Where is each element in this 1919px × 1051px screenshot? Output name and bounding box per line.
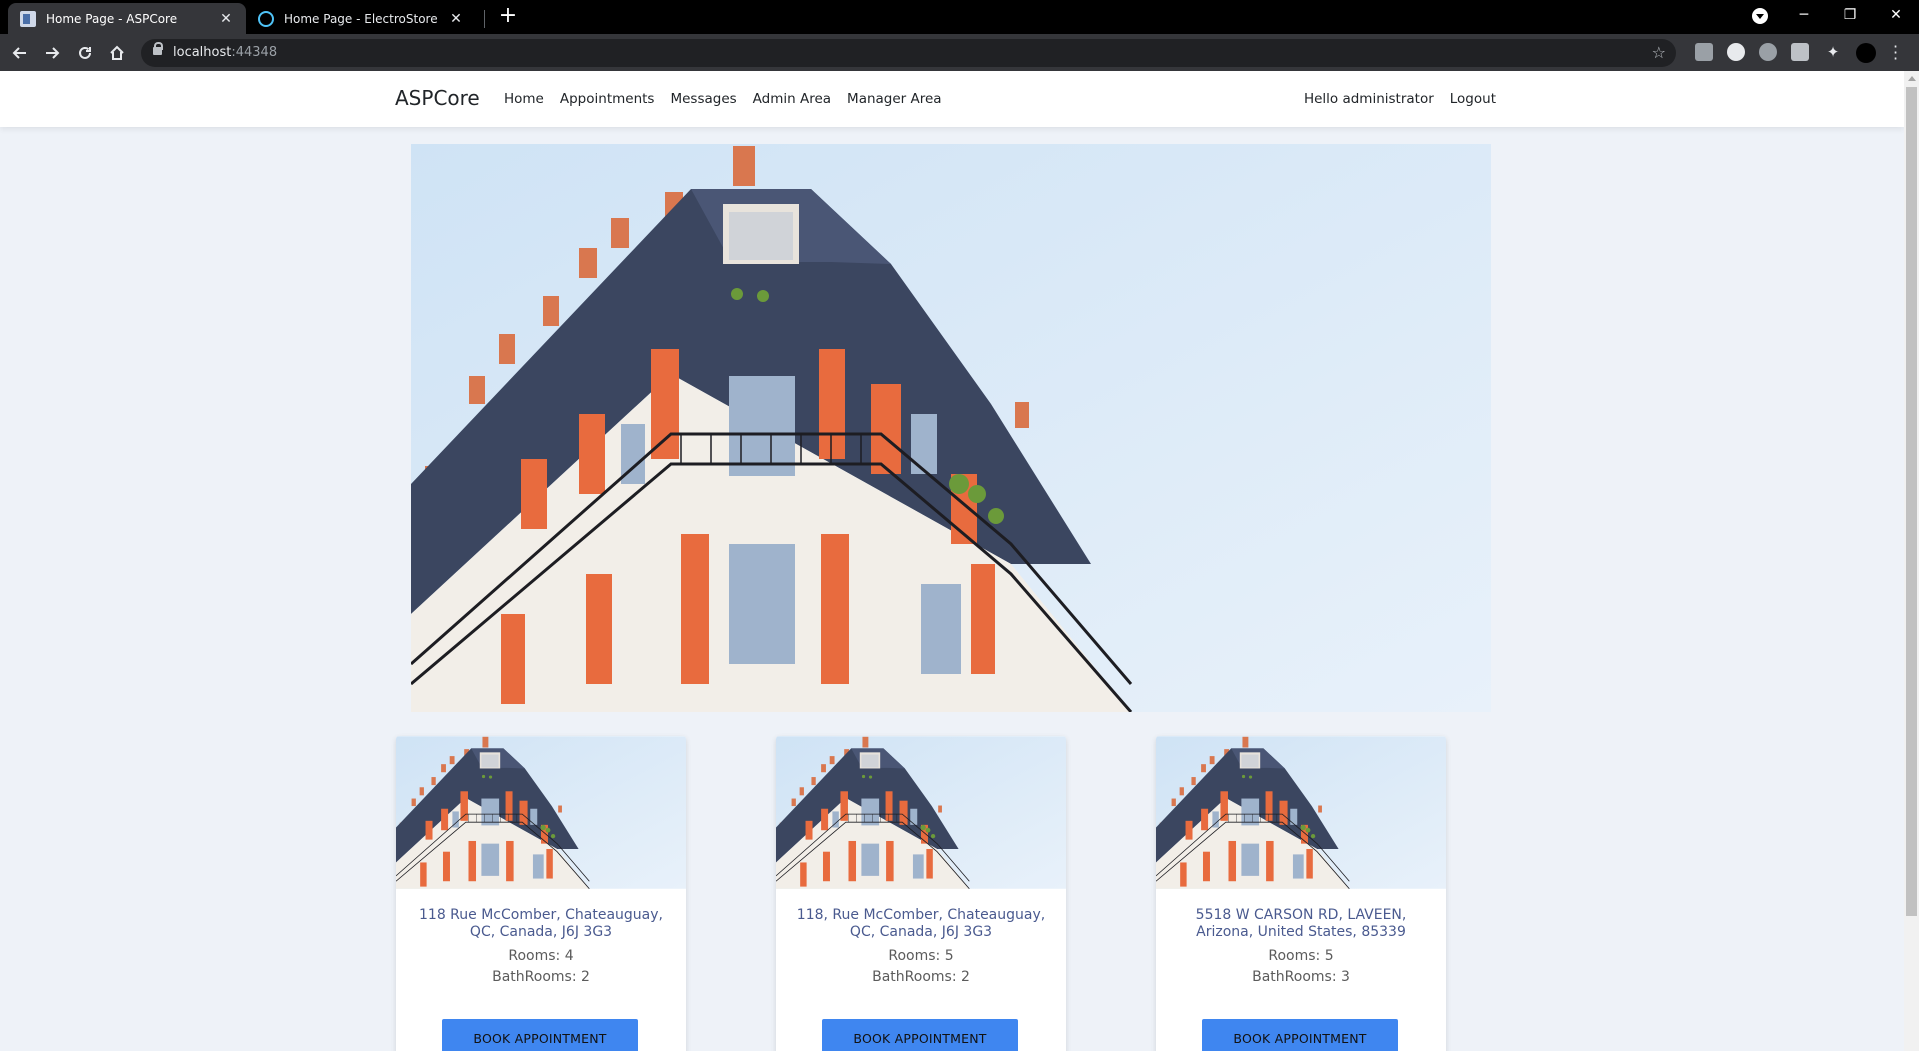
browser-toolbar: localhost:44348 ☆ ✦ · · · bbox=[0, 34, 1919, 71]
scroll-up-icon[interactable] bbox=[1908, 76, 1916, 81]
property-card: 118, Rue McComber, Chateauguay, QC, Cana… bbox=[776, 736, 1066, 1051]
nav-appointments[interactable]: Appointments bbox=[560, 91, 655, 107]
property-rooms: Rooms: 4 bbox=[508, 948, 574, 964]
url-text: localhost:44348 bbox=[173, 45, 277, 60]
property-bathrooms: BathRooms: 2 bbox=[492, 969, 590, 985]
property-address: 5518 W CARSON RD, LAVEEN, Arizona, Unite… bbox=[1195, 907, 1407, 940]
menu-icon[interactable]: · · · bbox=[1893, 39, 1898, 67]
tab-divider bbox=[484, 10, 485, 28]
property-address: 118, Rue McComber, Chateauguay, QC, Cana… bbox=[796, 907, 1046, 940]
property-rooms: Rooms: 5 bbox=[1268, 948, 1334, 964]
logout-link[interactable]: Logout bbox=[1450, 91, 1496, 107]
page-viewport: ASPCore Home Appointments Messages Admin… bbox=[0, 71, 1904, 1051]
minimize-icon[interactable]: ─ bbox=[1781, 0, 1827, 30]
home-icon[interactable] bbox=[105, 41, 129, 65]
nav-messages[interactable]: Messages bbox=[670, 91, 736, 107]
nav-admin-area[interactable]: Admin Area bbox=[753, 91, 831, 107]
site-navbar: ASPCore Home Appointments Messages Admin… bbox=[0, 71, 1904, 127]
browser-tab-active[interactable]: Home Page - ASPCore ✕ bbox=[8, 3, 246, 34]
property-image bbox=[1156, 736, 1446, 889]
globe-icon bbox=[258, 10, 274, 27]
property-image bbox=[396, 736, 686, 889]
bookmark-star-icon[interactable]: ☆ bbox=[1652, 43, 1666, 62]
document-icon bbox=[20, 10, 36, 27]
property-image bbox=[776, 736, 1066, 889]
restore-icon[interactable]: ❐ bbox=[1827, 0, 1873, 30]
lock-icon bbox=[153, 42, 163, 58]
tab-title: Home Page - ASPCore bbox=[46, 11, 178, 26]
extension-icon[interactable] bbox=[1695, 43, 1713, 61]
back-icon[interactable] bbox=[8, 41, 32, 65]
browser-tab-inactive[interactable]: Home Page - ElectroStore ✕ bbox=[246, 3, 476, 34]
property-bathrooms: BathRooms: 3 bbox=[1252, 969, 1350, 985]
nav-links: Home Appointments Messages Admin Area Ma… bbox=[504, 91, 942, 107]
close-icon[interactable]: ✕ bbox=[448, 11, 464, 27]
property-rooms: Rooms: 5 bbox=[888, 948, 954, 964]
reload-icon[interactable] bbox=[73, 41, 97, 65]
close-icon[interactable]: ✕ bbox=[218, 11, 234, 27]
extension-icon[interactable] bbox=[1727, 43, 1745, 61]
new-tab-icon[interactable]: + bbox=[497, 5, 519, 27]
url-host: localhost bbox=[173, 45, 232, 60]
tab-title: Home Page - ElectroStore bbox=[284, 11, 438, 26]
nav-user: Hello administrator Logout bbox=[1304, 91, 1496, 107]
book-appointment-button[interactable]: BOOK APPOINTMENT bbox=[822, 1019, 1018, 1051]
tab-search-icon[interactable] bbox=[1752, 8, 1768, 24]
url-port: :44348 bbox=[231, 45, 278, 60]
book-appointment-button[interactable]: BOOK APPOINTMENT bbox=[1202, 1019, 1398, 1051]
avatar[interactable] bbox=[1856, 43, 1876, 63]
book-appointment-button[interactable]: BOOK APPOINTMENT bbox=[442, 1019, 638, 1051]
forward-icon[interactable] bbox=[40, 41, 64, 65]
brand-logo[interactable]: ASPCore bbox=[395, 86, 480, 110]
page-scrollbar[interactable] bbox=[1904, 71, 1919, 1051]
close-window-icon[interactable]: ✕ bbox=[1873, 0, 1919, 30]
nav-manager-area[interactable]: Manager Area bbox=[847, 91, 942, 107]
shield-icon[interactable] bbox=[1791, 43, 1809, 61]
puzzle-icon[interactable]: ✦ bbox=[1824, 43, 1842, 61]
address-bar[interactable]: localhost:44348 ☆ bbox=[141, 39, 1676, 67]
nav-home[interactable]: Home bbox=[504, 91, 544, 107]
property-card: 118 Rue McComber, Chateauguay, QC, Canad… bbox=[396, 736, 686, 1051]
browser-tab-strip: Home Page - ASPCore ✕ Home Page - Electr… bbox=[0, 0, 1919, 34]
extension-icon[interactable] bbox=[1759, 43, 1777, 61]
hero-image bbox=[411, 144, 1491, 712]
user-greeting[interactable]: Hello administrator bbox=[1304, 91, 1434, 107]
window-controls: ─ ❐ ✕ bbox=[1781, 0, 1919, 30]
property-address: 118 Rue McComber, Chateauguay, QC, Canad… bbox=[419, 907, 663, 940]
property-card: 5518 W CARSON RD, LAVEEN, Arizona, Unite… bbox=[1156, 736, 1446, 1051]
scroll-thumb[interactable] bbox=[1906, 87, 1917, 916]
property-bathrooms: BathRooms: 2 bbox=[872, 969, 970, 985]
